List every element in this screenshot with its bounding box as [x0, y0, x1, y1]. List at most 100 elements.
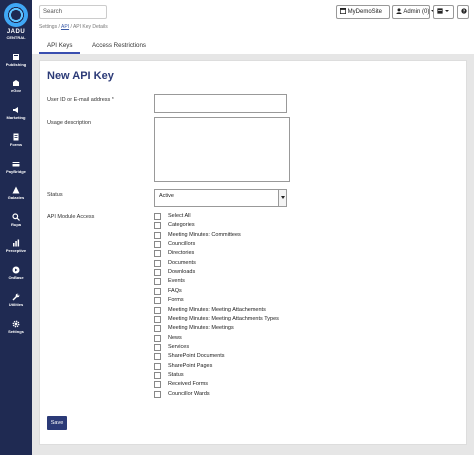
- module-checkbox-label: Services: [168, 343, 190, 350]
- save-button[interactable]: Save: [47, 416, 67, 430]
- module-checkbox-row[interactable]: Status: [154, 371, 354, 380]
- module-checkbox[interactable]: [154, 315, 161, 323]
- module-checkbox-row[interactable]: Meeting Minutes: Meeting Attachements: [154, 306, 354, 315]
- module-checkbox-row[interactable]: Forms: [154, 296, 354, 305]
- sidebar-item-perceptive[interactable]: Perceptive: [0, 239, 32, 263]
- module-checkbox-row[interactable]: Councillors: [154, 240, 354, 249]
- module-checkbox[interactable]: [154, 306, 161, 314]
- menu-button[interactable]: [433, 5, 454, 19]
- module-checkbox-label: Directories: [168, 250, 195, 257]
- sidebar-item-settings[interactable]: Settings: [0, 320, 32, 344]
- module-checkbox-row[interactable]: FAQs: [154, 287, 354, 296]
- sidebar-item-publishing[interactable]: Publishing: [0, 53, 32, 77]
- module-checkbox[interactable]: [154, 213, 161, 220]
- module-checkbox-row[interactable]: Received Forms: [154, 380, 354, 389]
- sidebar-item-forms[interactable]: Forms: [0, 133, 32, 157]
- module-checkbox[interactable]: [154, 231, 161, 239]
- help-button[interactable]: ?: [457, 5, 469, 19]
- module-checkbox[interactable]: [154, 390, 161, 398]
- module-checkbox-row[interactable]: SharePoint Pages: [154, 362, 354, 371]
- module-checkbox-label: Forms: [168, 297, 184, 304]
- sidebar-item-marketing[interactable]: Marketing: [0, 106, 32, 130]
- breadcrumb: Settings / API / API Key Details: [39, 24, 108, 30]
- module-checkbox-row[interactable]: Events: [154, 277, 354, 286]
- tab-api-keys[interactable]: API Keys: [39, 39, 81, 54]
- status-value: Active: [159, 193, 174, 199]
- help-icon: ?: [461, 8, 467, 14]
- sidebar-item-label: OnBase: [8, 275, 24, 280]
- module-checkbox-row[interactable]: Services: [154, 343, 354, 352]
- module-checkbox[interactable]: [154, 325, 161, 333]
- jadu-logo[interactable]: [4, 3, 28, 27]
- breadcrumb-api[interactable]: API: [61, 24, 69, 30]
- galaxies-icon: [12, 186, 20, 194]
- module-checkbox[interactable]: [154, 259, 161, 267]
- breadcrumb-current: API Key Details: [72, 24, 108, 30]
- module-checkbox[interactable]: [154, 353, 161, 361]
- onbase-icon: [12, 266, 20, 274]
- site-button[interactable]: MyDemoSite: [336, 5, 390, 19]
- sidebar-item-label: Utilities: [8, 302, 24, 307]
- module-checkbox-row[interactable]: Meeting Minutes: Committees: [154, 231, 354, 240]
- forms-icon: [13, 133, 19, 141]
- sidebar-item-label: Galaxies: [7, 195, 25, 200]
- sidebar-item-rupa[interactable]: Rupa: [0, 213, 32, 237]
- module-checkbox-label: Meeting Minutes: Committees: [168, 231, 241, 238]
- module-checkbox[interactable]: [154, 371, 161, 379]
- tab-access-restrictions[interactable]: Access Restrictions: [84, 39, 154, 54]
- module-checkbox-label: Categories: [168, 222, 195, 229]
- module-checkbox[interactable]: [154, 222, 161, 230]
- breadcrumb-settings[interactable]: Settings: [39, 24, 57, 30]
- usage-label: Usage description: [47, 120, 92, 126]
- module-checkbox[interactable]: [154, 250, 161, 258]
- sidebar-item-label: eGov: [10, 88, 21, 93]
- module-checkbox[interactable]: [154, 278, 161, 286]
- module-checkbox[interactable]: [154, 287, 161, 295]
- module-checkbox-row[interactable]: Documents: [154, 259, 354, 268]
- usage-textarea[interactable]: [154, 117, 290, 182]
- sidebar-item-egov[interactable]: eGov: [0, 79, 32, 103]
- breadcrumb-separator: /: [70, 24, 72, 30]
- module-checkbox-label: Meeting Minutes: Meetings: [168, 325, 234, 332]
- sidebar-item-galaxies[interactable]: Galaxies: [0, 186, 32, 210]
- module-checkbox[interactable]: [154, 297, 161, 305]
- search-input[interactable]: Search: [39, 5, 107, 19]
- sidebar-item-label: Settings: [8, 329, 24, 334]
- module-checkbox-row[interactable]: Select All: [154, 212, 354, 221]
- module-checkbox-label: Councillors: [168, 241, 196, 248]
- sidebar-item-utilities[interactable]: Utilities: [0, 293, 32, 317]
- module-checkbox-label: Events: [168, 278, 185, 285]
- module-checkbox-label: Select All: [168, 213, 191, 219]
- page-title: New API Key: [47, 70, 114, 82]
- search-placeholder: Search: [43, 9, 63, 15]
- module-checkbox[interactable]: [154, 241, 161, 249]
- user-id-label-text: User ID or E-mail address: [47, 97, 111, 103]
- module-checkbox[interactable]: [154, 343, 161, 351]
- egov-icon: [13, 80, 19, 86]
- module-checkbox[interactable]: [154, 334, 161, 342]
- marketing-icon: [13, 107, 18, 113]
- status-select[interactable]: Active: [154, 189, 287, 207]
- module-checkbox-label: SharePoint Pages: [168, 362, 213, 369]
- module-checkbox-row[interactable]: SharePoint Documents: [154, 352, 354, 361]
- module-checkbox-label: Documents: [168, 259, 196, 266]
- module-checkbox-row[interactable]: Categories: [154, 221, 354, 230]
- module-checkbox-label: Meeting Minutes: Meeting Attachements: [168, 306, 266, 313]
- module-checkbox-label: Councillor Wards: [168, 390, 210, 397]
- user-id-input[interactable]: [154, 94, 287, 113]
- breadcrumb-separator: /: [58, 24, 60, 30]
- module-checkbox[interactable]: [154, 381, 161, 389]
- module-checkbox-row[interactable]: Downloads: [154, 268, 354, 277]
- module-checkbox-row[interactable]: News: [154, 334, 354, 343]
- sidebar-item-label: Marketing: [6, 115, 26, 120]
- rupa-icon: [12, 213, 20, 221]
- sidebar-item-paybridge[interactable]: PayBridge: [0, 160, 32, 184]
- sidebar-item-onbase[interactable]: OnBase: [0, 266, 32, 290]
- module-checkbox-row[interactable]: Meeting Minutes: Meetings: [154, 324, 354, 333]
- module-checkbox-row[interactable]: Directories: [154, 249, 354, 258]
- module-checkbox[interactable]: [154, 362, 161, 370]
- module-checkbox[interactable]: [154, 269, 161, 277]
- module-checkbox-row[interactable]: Councillor Wards: [154, 390, 354, 399]
- module-checkbox-row[interactable]: Meeting Minutes: Meeting Attachments Typ…: [154, 315, 354, 324]
- admin-button[interactable]: Admin (0): [392, 5, 436, 19]
